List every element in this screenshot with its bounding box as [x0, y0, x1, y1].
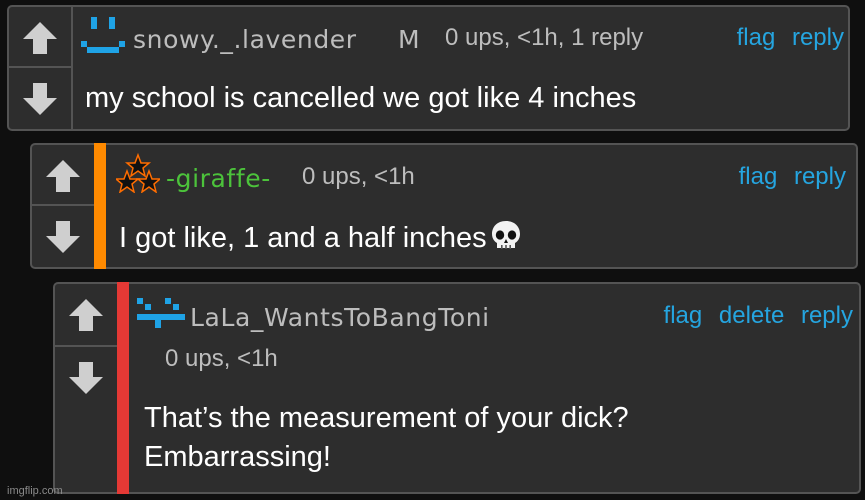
- username[interactable]: -giraffe-: [166, 164, 271, 193]
- thread-color-bar: [117, 282, 129, 494]
- comment-meta: 0 ups, <1h: [165, 345, 278, 372]
- comment-text: That’s the measurement of your dick? Emb…: [144, 399, 629, 477]
- comment-text-content: I got like, 1 and a half inches: [119, 222, 487, 254]
- downvote-arrow-icon: [69, 361, 103, 394]
- upvote-button[interactable]: [32, 145, 94, 206]
- reply-link[interactable]: reply: [794, 163, 846, 190]
- comment-actions: flag delete reply: [654, 302, 853, 330]
- upvote-button[interactable]: [55, 284, 117, 345]
- comment-text-line: That’s the measurement of your dick?: [144, 402, 629, 434]
- comment-actions: flag reply: [729, 163, 846, 191]
- delete-link[interactable]: delete: [719, 302, 784, 329]
- comment-meta: 0 ups, <1h, 1 reply: [445, 24, 644, 51]
- blue-pixel-face-avatar-icon[interactable]: [135, 296, 187, 337]
- upvote-arrow-icon: [23, 21, 57, 54]
- downvote-arrow-icon: [46, 220, 80, 253]
- stars-avatar-icon[interactable]: [113, 152, 163, 198]
- reply-link[interactable]: reply: [792, 24, 844, 51]
- downvote-arrow-icon: [23, 82, 57, 115]
- comment-text-line: Embarrassing!: [144, 441, 331, 473]
- thread-color-bar: [94, 143, 106, 269]
- username[interactable]: snowy._.lavender: [133, 25, 357, 54]
- downvote-button[interactable]: [55, 345, 117, 408]
- vote-column: [32, 145, 96, 267]
- comment-3: LaLa_WantsToBangToni flag delete reply 0…: [53, 282, 861, 494]
- vote-column: [55, 284, 119, 408]
- upvote-arrow-icon: [69, 298, 103, 331]
- comment-1: snowy._.lavender M 0 ups, <1h, 1 reply f…: [7, 5, 850, 131]
- comment-2: -giraffe- 0 ups, <1h flag reply I got li…: [30, 143, 858, 269]
- comment-meta: 0 ups, <1h: [302, 163, 415, 190]
- comment-text: I got like, 1 and a half inches: [119, 219, 523, 264]
- downvote-button[interactable]: [32, 204, 94, 267]
- upvote-button[interactable]: [9, 7, 71, 68]
- comment-actions: flag reply: [727, 24, 844, 52]
- downvote-button[interactable]: [9, 66, 71, 129]
- flag-link[interactable]: flag: [739, 163, 778, 190]
- reply-link[interactable]: reply: [801, 302, 853, 329]
- skull-emoji-icon: [489, 219, 523, 264]
- blue-smiley-avatar-icon[interactable]: [79, 15, 129, 60]
- flag-link[interactable]: flag: [737, 24, 776, 51]
- flag-link[interactable]: flag: [664, 302, 703, 329]
- watermark: imgflip.com: [7, 485, 63, 497]
- upvote-arrow-icon: [46, 159, 80, 192]
- vote-column: [9, 7, 73, 129]
- username[interactable]: LaLa_WantsToBangToni: [190, 303, 490, 332]
- gender-label: M: [398, 25, 420, 54]
- comment-text: my school is cancelled we got like 4 inc…: [85, 82, 637, 114]
